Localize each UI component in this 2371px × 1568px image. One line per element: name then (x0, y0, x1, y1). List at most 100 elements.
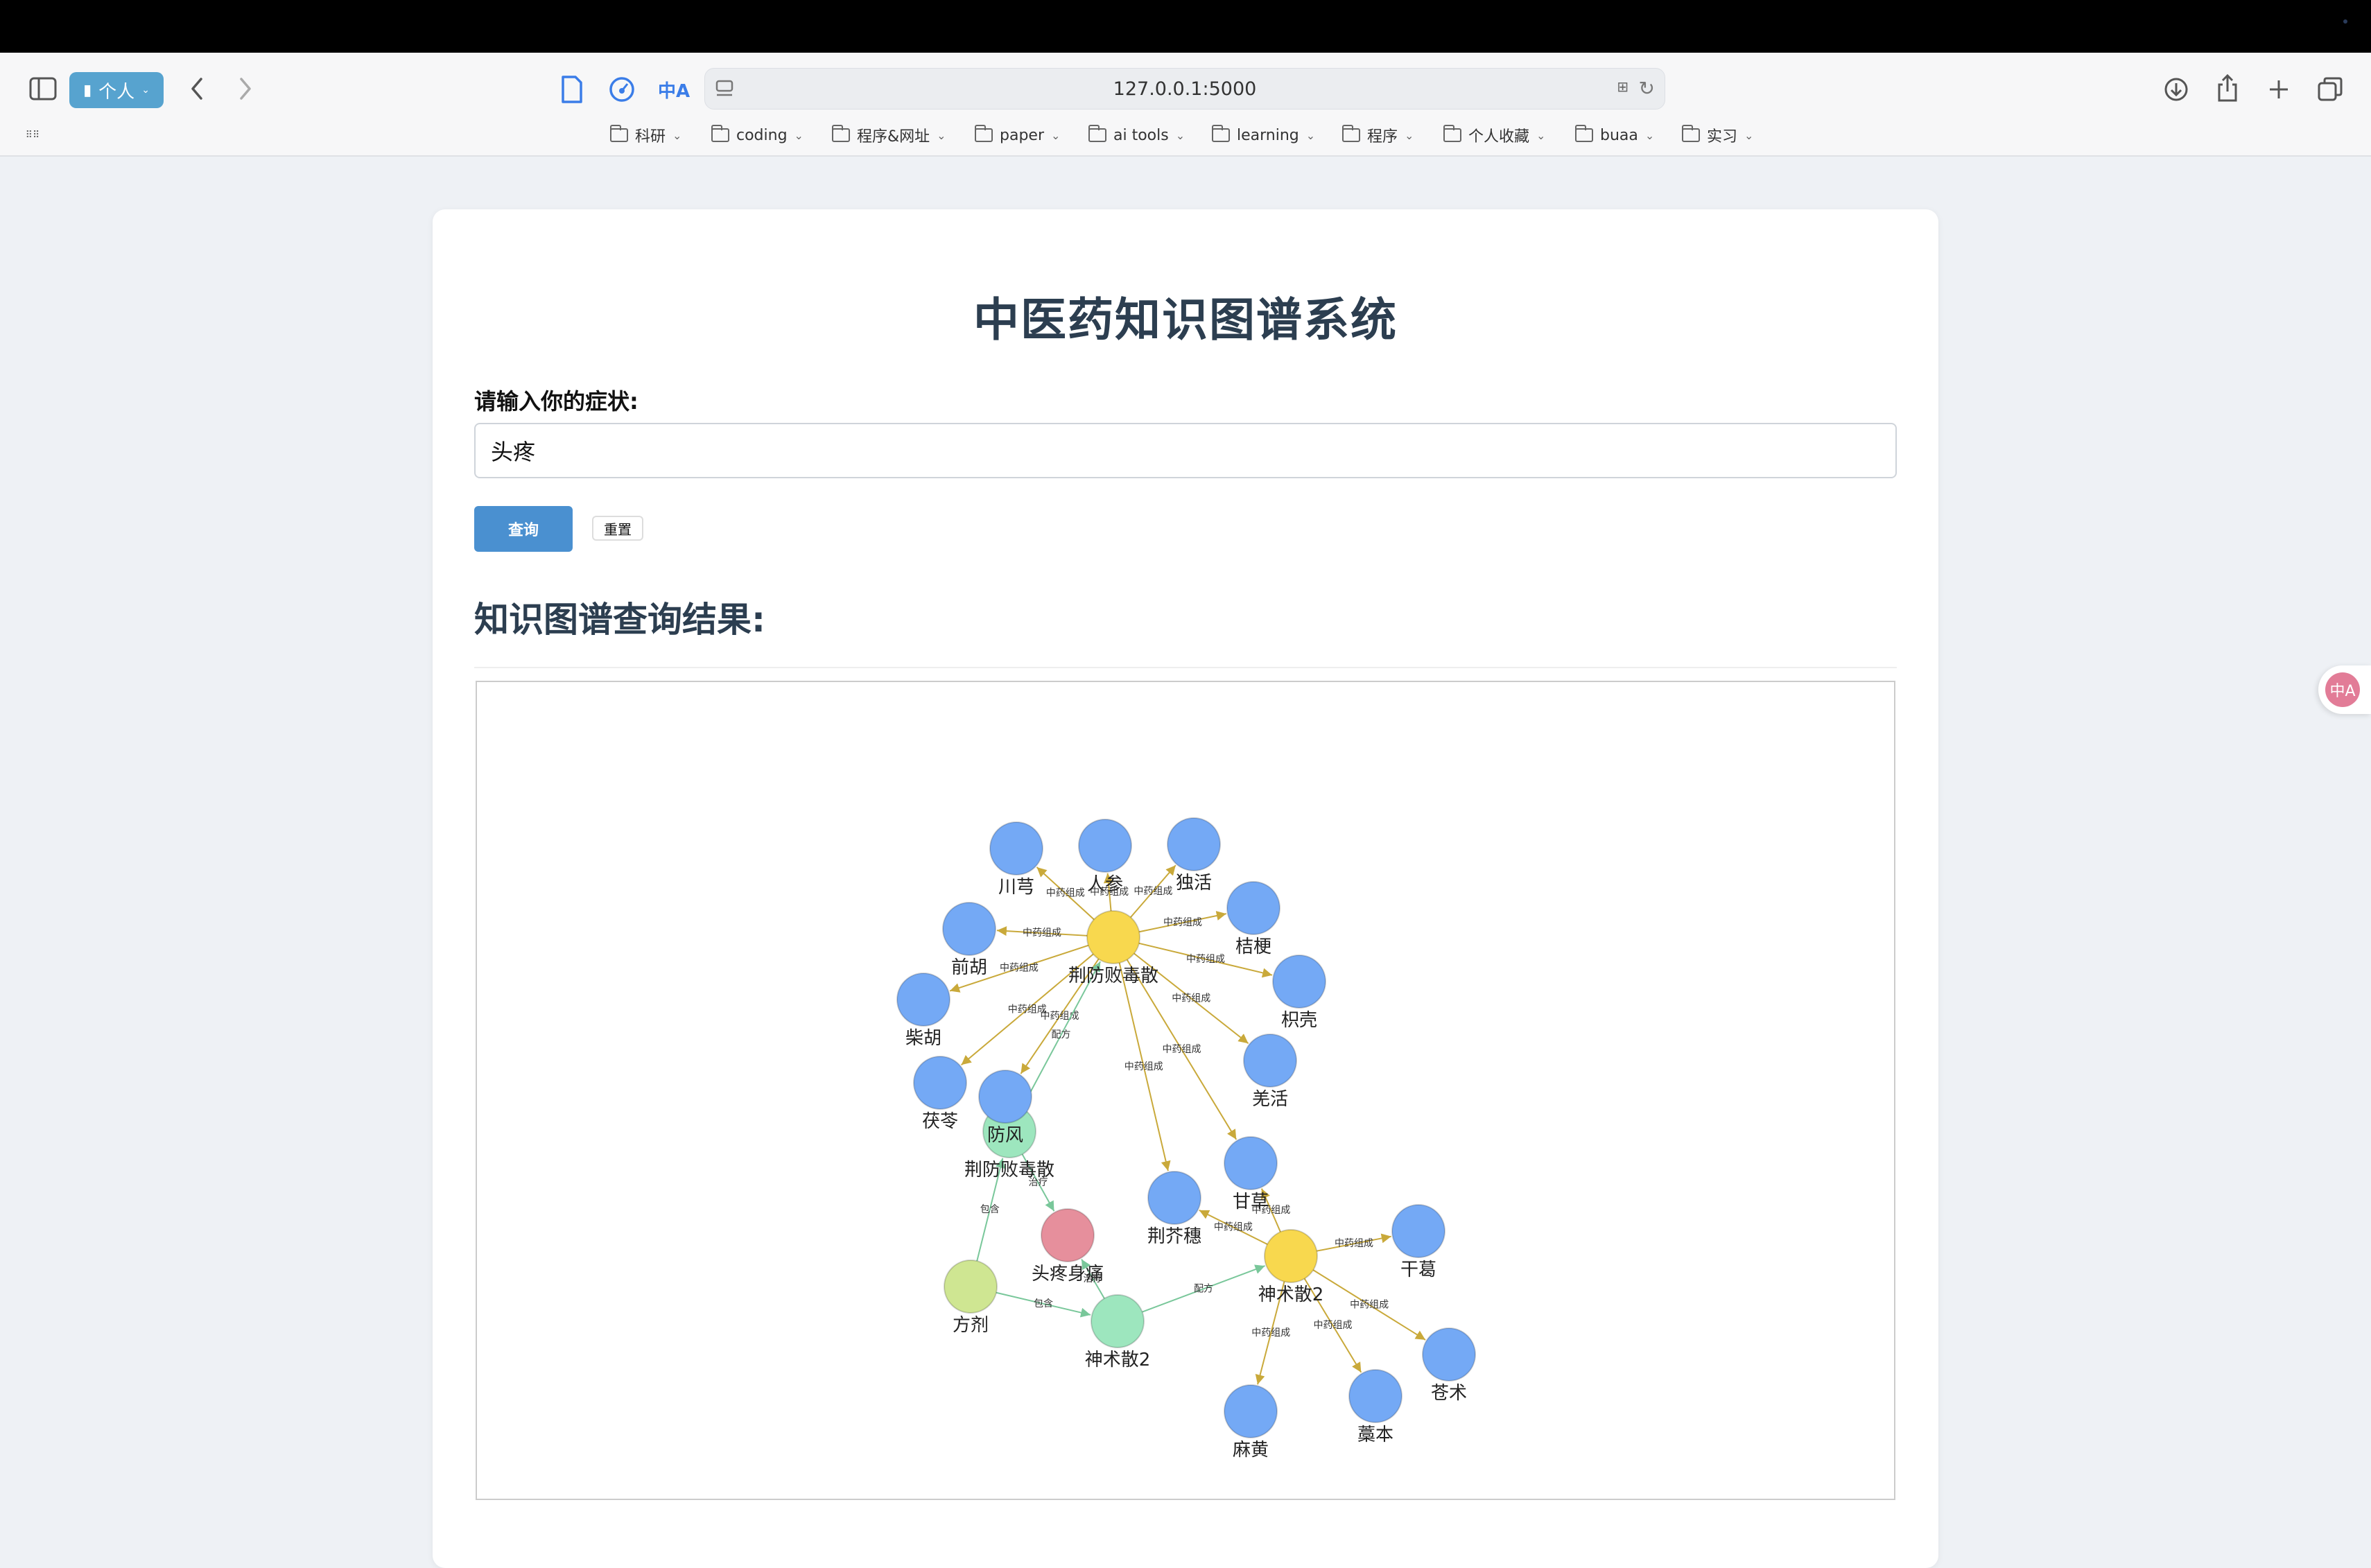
symptom-input[interactable] (474, 423, 1897, 478)
edge-label: 配方 (1194, 1283, 1213, 1294)
chevron-down-icon: ⌄ (141, 85, 150, 96)
graph-node-qianghuo[interactable] (1243, 1034, 1297, 1088)
graph-node-shenzhu[interactable] (1264, 1229, 1318, 1283)
chevron-down-icon: ⌄ (1051, 128, 1061, 142)
result-title: 知识图谱查询结果: (474, 600, 765, 640)
bookmark-folder[interactable]: 个人收藏 ⌄ (1443, 125, 1545, 146)
reset-button[interactable]: 重置 (592, 516, 643, 541)
bookmark-folder[interactable]: 程序 ⌄ (1342, 125, 1414, 146)
status-dot (2343, 19, 2347, 24)
bookmark-label: coding (736, 126, 788, 144)
node-label: 防风 (987, 1125, 1023, 1146)
node-label: 甘草 (1233, 1192, 1269, 1212)
bookmark-folder[interactable]: 程序&网址 ⌄ (832, 125, 946, 146)
folder-icon (1575, 125, 1593, 142)
graph-node-gaoben[interactable] (1348, 1369, 1402, 1423)
bookmark-folder[interactable]: paper ⌄ (975, 125, 1060, 146)
edge-label: 中药组成 (1023, 927, 1061, 939)
folder-icon (711, 125, 729, 142)
bookmark-label: 科研 (635, 128, 666, 146)
node-label: 荆防败毒散 (1068, 966, 1158, 986)
edge-label: 中药组成 (1335, 1238, 1373, 1249)
share-icon[interactable] (2210, 69, 2245, 107)
person-icon: ▮ (83, 81, 92, 99)
edge-label: 包含 (1034, 1298, 1053, 1309)
graph-node-fangfeng[interactable] (978, 1070, 1032, 1124)
bookmark-label: buaa (1600, 126, 1638, 144)
graph-node-shenzhu_p[interactable] (1091, 1294, 1145, 1348)
translate-page-icon[interactable]: ⊞ (1617, 78, 1629, 95)
query-button[interactable]: 查询 (474, 506, 573, 552)
node-label: 荆芥穗 (1147, 1226, 1201, 1247)
node-label: 藁本 (1357, 1425, 1393, 1445)
graph-node-chuanxiong[interactable] (989, 821, 1043, 876)
edge-label: 中药组成 (1172, 993, 1210, 1004)
back-icon[interactable] (183, 72, 211, 105)
edge-label: 中药组成 (1313, 1320, 1352, 1331)
node-label: 独活 (1176, 873, 1212, 894)
graph-node-fuling[interactable] (913, 1056, 967, 1110)
translate-icon[interactable]: 中A (654, 72, 693, 107)
sidebar-toggle-icon[interactable] (28, 73, 58, 104)
graph-node-fangji[interactable] (944, 1260, 998, 1314)
reload-icon[interactable]: ↻ (1639, 77, 1655, 100)
bookmark-folder[interactable]: ai tools ⌄ (1088, 125, 1185, 146)
graph-node-mahuang[interactable] (1224, 1384, 1278, 1438)
graph-node-gange[interactable] (1391, 1204, 1445, 1258)
floating-translate-button[interactable]: 中A (2318, 665, 2371, 714)
reader-icon[interactable] (555, 72, 589, 107)
folder-icon (1682, 125, 1700, 142)
node-label: 干葛 (1400, 1260, 1436, 1280)
node-label: 前胡 (951, 957, 987, 978)
edge-label: 中药组成 (1251, 1327, 1290, 1339)
graph-node-headache[interactable] (1041, 1208, 1095, 1262)
bookmark-folder[interactable]: coding ⌄ (711, 125, 804, 146)
bookmark-label: 实习 (1707, 128, 1738, 146)
url-text: 127.0.0.1:5000 (1113, 78, 1257, 100)
graph-node-duhuo[interactable] (1167, 817, 1221, 871)
chevron-down-icon: ⌄ (1644, 128, 1655, 142)
folder-icon (610, 125, 628, 142)
node-label: 麻黄 (1233, 1440, 1269, 1461)
bookmark-label: paper (1000, 126, 1044, 144)
node-label: 柴胡 (905, 1028, 941, 1049)
chevron-down-icon: ⌄ (794, 128, 804, 142)
symptom-label: 请输入你的症状: (474, 388, 639, 415)
graph-node-chaihu[interactable] (896, 973, 950, 1027)
bookmark-label: 程序 (1367, 128, 1398, 146)
graph-node-jiegeng[interactable] (1226, 881, 1280, 935)
graph-node-renshen[interactable] (1078, 819, 1132, 873)
graph-node-jingfang[interactable] (1086, 910, 1140, 964)
graph-container: 中药组成 中药组成 中药组成 中药组成 中药组成 中药组成 中药组成 中药组成 中药组成 中药组成… (474, 667, 1897, 1519)
node-label: 神术散2 (1258, 1284, 1324, 1305)
graph-node-qianhu[interactable] (942, 902, 996, 956)
graph-canvas[interactable]: 中药组成 中药组成 中药组成中药组成中药组成中药组成中药组成中药组成中药组成中药组成… (477, 682, 1894, 1499)
edge-label: 中药组成 (1214, 1221, 1253, 1232)
edge-label: 中药组成 (1124, 1061, 1163, 1072)
dashboard-icon[interactable] (605, 72, 639, 107)
bookmark-folder[interactable]: 实习 ⌄ (1682, 125, 1753, 146)
node-label: 头疼身痛 (1032, 1264, 1104, 1284)
bookmark-folder[interactable]: learning ⌄ (1212, 125, 1315, 146)
node-label: 羌活 (1252, 1089, 1288, 1110)
chevron-down-icon: ⌄ (1536, 128, 1546, 142)
bookmark-folder[interactable]: 科研 ⌄ (610, 125, 681, 146)
bookmark-folder[interactable]: buaa ⌄ (1575, 125, 1654, 146)
graph-node-zhiqiao[interactable] (1272, 955, 1326, 1009)
folder-icon (832, 125, 850, 142)
graph-node-gancao[interactable] (1224, 1136, 1278, 1190)
folder-icon (1443, 125, 1461, 142)
new-tab-icon[interactable] (2261, 72, 2296, 107)
node-label: 茯苓 (922, 1111, 958, 1132)
tab-overview-icon[interactable] (2313, 72, 2347, 107)
address-bar[interactable]: 127.0.0.1:5000 ⊞ ↻ (704, 68, 1665, 110)
edge-label: 中药组成 (1163, 917, 1202, 928)
graph-node-cangzhu[interactable] (1422, 1327, 1476, 1382)
graph-node-jingjiesui[interactable] (1147, 1171, 1201, 1225)
download-icon[interactable] (2159, 72, 2194, 107)
forward-icon[interactable] (232, 72, 259, 105)
profile-button[interactable]: ▮ 个人 ⌄ (69, 72, 164, 108)
folder-icon (1088, 125, 1106, 142)
knowledge-graph[interactable]: 中药组成 中药组成 中药组成 中药组成 中药组成 中药组成 中药组成 中药组成 中药组成 中药组成… (476, 681, 1895, 1500)
apps-grid-icon[interactable]: ⠿⠿ (22, 126, 43, 144)
